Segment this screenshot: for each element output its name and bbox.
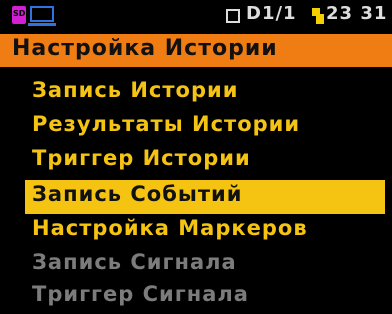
menu-item-history-results[interactable]: Результаты Истории [0, 110, 392, 144]
menu-item-history-trigger[interactable]: Триггер Истории [0, 144, 392, 178]
menu-title: Настройка Истории [12, 36, 278, 61]
menu-item-label: Настройка Маркеров [32, 216, 308, 240]
time-display: 23 31 [326, 3, 388, 24]
menu-item-label: Триггер Сигнала [32, 282, 249, 306]
monitor-icon [28, 6, 56, 26]
menu-title-bar: Настройка Истории [0, 34, 392, 67]
status-bar: D1/1 23 31 [0, 0, 392, 32]
menu-item-label: Запись Сигнала [32, 250, 237, 274]
menu-item-signal-trigger: Триггер Сигнала [0, 280, 392, 314]
device-screen: D1/1 23 31 Настройка Истории Запись Исто… [0, 0, 392, 306]
menu-item-event-recording[interactable]: Запись Событий [25, 180, 385, 214]
menu-item-history-logging[interactable]: Запись Истории [0, 76, 392, 110]
sd-card-icon [12, 6, 26, 24]
menu-item-marker-setup[interactable]: Настройка Маркеров [0, 214, 392, 248]
menu-item-label: Запись Истории [32, 78, 239, 102]
menu-item-label: Триггер Истории [32, 146, 251, 170]
menu-item-signal-recording: Запись Сигнала [0, 248, 392, 282]
menu-item-label: Запись Событий [32, 182, 243, 206]
square-icon [226, 9, 240, 23]
menu-item-label: Результаты Истории [32, 112, 301, 136]
battery-icon [312, 8, 324, 24]
channel-indicator: D1/1 [246, 3, 297, 24]
